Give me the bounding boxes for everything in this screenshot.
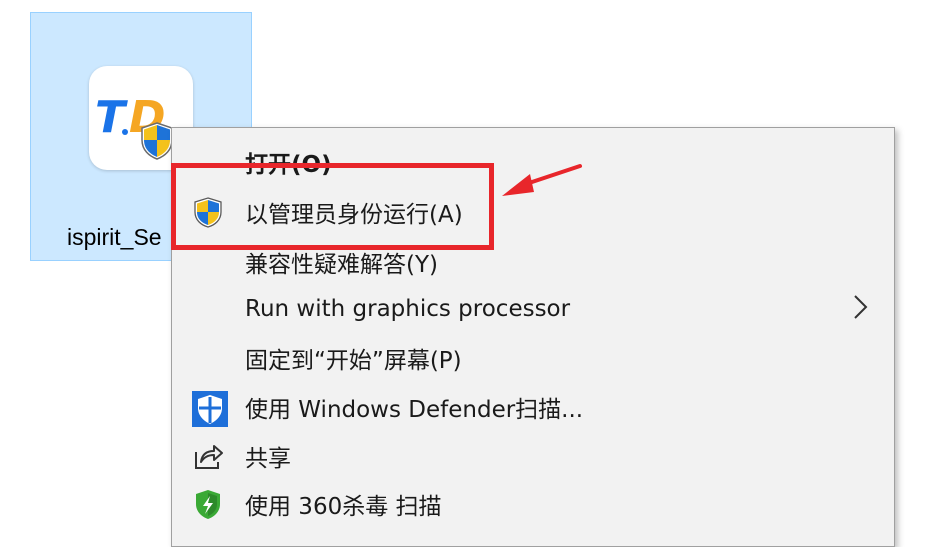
annotation-highlight-box <box>171 163 494 250</box>
menu-item-label: 使用 Windows Defender扫描... <box>245 397 584 423</box>
menu-item-run-with-graphics-processor[interactable]: Run with graphics processor <box>172 285 894 333</box>
menu-item-share[interactable]: 共享 <box>172 432 894 480</box>
chevron-right-icon <box>852 293 870 325</box>
menu-item-label: 使用 360杀毒 扫描 <box>245 494 442 520</box>
360-antivirus-icon <box>192 488 224 520</box>
annotation-arrow-icon <box>496 160 586 214</box>
svg-text:T: T <box>95 92 128 143</box>
menu-item-label: Run with graphics processor <box>245 296 571 322</box>
menu-item-label: 兼容性疑难解答(Y) <box>245 252 438 278</box>
menu-item-windows-defender-scan[interactable]: 使用 Windows Defender扫描... <box>172 383 894 431</box>
menu-item-label: 固定到“开始”屏幕(P) <box>245 348 462 374</box>
menu-item-label: 共享 <box>245 446 291 472</box>
uac-shield-overlay-icon <box>139 121 175 165</box>
desktop-icon-label: ispirit_Se <box>67 224 162 250</box>
windows-defender-icon <box>192 391 228 427</box>
share-icon <box>192 440 224 472</box>
menu-item-360-antivirus-scan[interactable]: 使用 360杀毒 扫描 <box>172 480 894 528</box>
menu-item-pin-to-start[interactable]: 固定到“开始”屏幕(P) <box>172 334 894 382</box>
